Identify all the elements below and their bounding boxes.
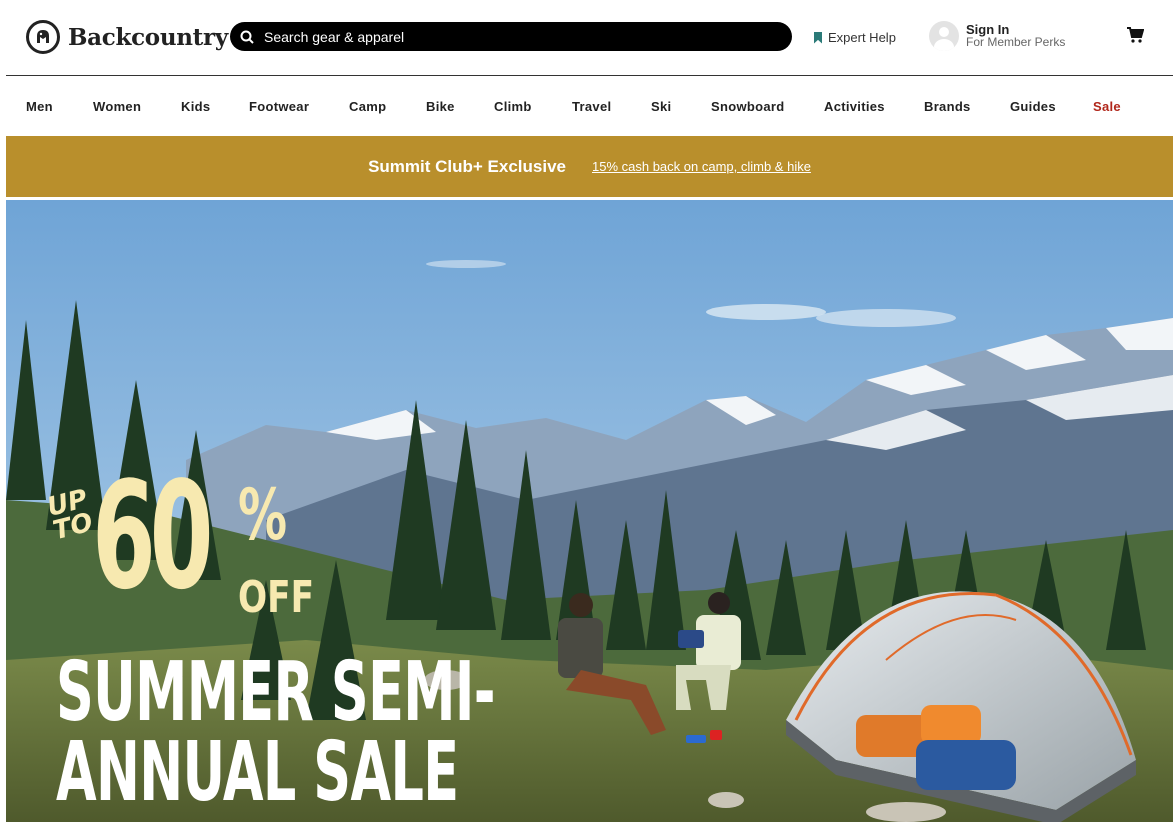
nav-item-ski[interactable]: Ski — [651, 99, 671, 114]
promo-link[interactable]: 15% cash back on camp, climb & hike — [592, 159, 811, 174]
promo-banner: Summit Club+ Exclusive 15% cash back on … — [6, 136, 1173, 197]
sign-in-link[interactable]: Sign In For Member Perks — [929, 21, 1065, 51]
nav-item-travel[interactable]: Travel — [572, 99, 611, 114]
nav-item-brands[interactable]: Brands — [924, 99, 971, 114]
hero-banner[interactable]: UP TO 60 % OFF SUMMER SEMI- ANNUAL SALE — [6, 200, 1173, 822]
expert-help-label: Expert Help — [828, 30, 896, 45]
expert-help-link[interactable]: Expert Help — [814, 30, 896, 45]
backcountry-goat-logo-icon — [26, 20, 60, 54]
search-bar[interactable] — [230, 22, 792, 51]
cart-button[interactable] — [1126, 26, 1145, 49]
hero-headline-2: ANNUAL SALE — [56, 725, 459, 820]
user-avatar-icon — [929, 21, 959, 51]
nav-item-camp[interactable]: Camp — [349, 99, 386, 114]
member-perks-label: For Member Perks — [966, 35, 1066, 49]
nav-item-footwear[interactable]: Footwear — [249, 99, 309, 114]
promo-title: Summit Club+ Exclusive — [368, 156, 566, 176]
search-input[interactable] — [264, 28, 764, 45]
hero-percent: 60 — [92, 450, 213, 622]
hero-off: OFF — [238, 572, 315, 623]
nav-item-activities[interactable]: Activities — [824, 99, 885, 114]
nav-item-sale[interactable]: Sale — [1093, 99, 1121, 114]
bookmark-icon — [814, 31, 822, 44]
nav-item-women[interactable]: Women — [93, 99, 141, 114]
search-icon — [240, 30, 254, 44]
brand-logo[interactable]: Backcountry — [26, 20, 228, 54]
brand-name: Backcountry — [68, 23, 228, 51]
site-header: Backcountry Expert Help Sign In For Memb… — [6, 0, 1173, 76]
hero-headline-1: SUMMER SEMI- — [56, 645, 496, 740]
nav-item-climb[interactable]: Climb — [494, 99, 532, 114]
nav-item-bike[interactable]: Bike — [426, 99, 455, 114]
nav-item-kids[interactable]: Kids — [181, 99, 210, 114]
nav-item-snowboard[interactable]: Snowboard — [711, 99, 784, 114]
shopping-cart-icon — [1127, 27, 1145, 43]
nav-item-men[interactable]: Men — [26, 99, 53, 114]
nav-item-guides[interactable]: Guides — [1010, 99, 1056, 114]
hero-percent-sign: % — [238, 474, 288, 556]
hero-text-overlay: UP TO 60 % OFF SUMMER SEMI- ANNUAL SALE — [6, 200, 1173, 822]
main-nav: Men Women Kids Footwear Camp Bike Climb … — [6, 77, 1173, 135]
